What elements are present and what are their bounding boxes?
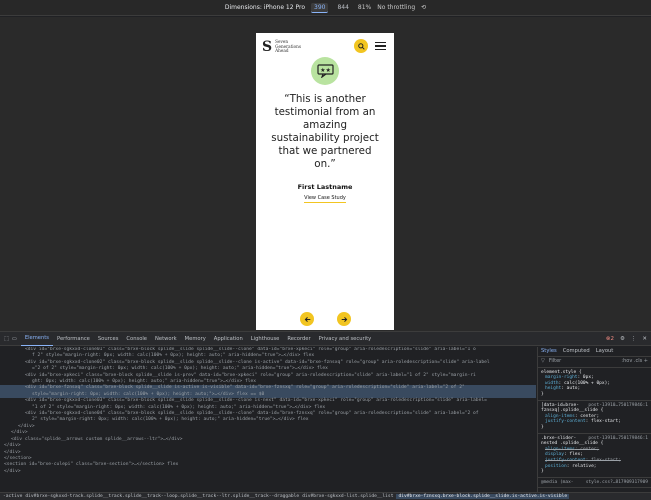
styles-tab-styles[interactable]: Styles (541, 348, 557, 355)
view-case-study-link[interactable]: View Case Study (304, 195, 346, 203)
breadcrumb-item[interactable]: div#brxe-sgkxxd-track.splide__track.spli… (25, 494, 299, 499)
styles-pane: Styles Computed Layout ▽ Filter :hov .cls … (537, 347, 651, 493)
devtools-tab-lighthouse[interactable]: Lighthouse (247, 332, 284, 346)
device-toggle-icon[interactable]: ▭ (12, 336, 17, 342)
testimonial-quote: “This is another testimonial from an ama… (271, 93, 379, 170)
testimonial-icon-badge: ★★ (311, 57, 339, 85)
logo-line: Ahead (275, 48, 289, 54)
style-rule[interactable]: element.style {margin-right: 0px; width: … (538, 368, 651, 401)
device-viewport: S Seven Generations Ahead ★★ “This is an… (0, 17, 651, 331)
error-count-badge[interactable]: ⊗2 (606, 336, 614, 342)
devtools-tab-list: Elements Performance Sources Console Network… (20, 332, 376, 346)
logo-text: Seven Generations Ahead (275, 39, 301, 54)
devtools-tab-network[interactable]: Network (151, 332, 181, 346)
slider-next-button[interactable] (337, 312, 351, 326)
arrow-right-icon (341, 316, 347, 322)
styles-filter-row: ▽ Filter :hov .cls + (538, 357, 651, 368)
review-stars-icon: ★★ (316, 64, 334, 78)
style-rules: element.style {margin-right: 0px; width: … (538, 368, 651, 478)
devtools-tab-console[interactable]: Console (122, 332, 151, 346)
more-options-icon[interactable]: ⋮ (631, 336, 637, 342)
slider-prev-button[interactable] (300, 312, 314, 326)
devtools-tab-privacy-and-security[interactable]: Privacy and security (315, 332, 376, 346)
menu-icon[interactable] (375, 42, 386, 50)
devtools-tab-elements[interactable]: Elements (20, 332, 53, 346)
filter-icon: ▽ (541, 358, 545, 364)
height-input[interactable]: 844 (334, 3, 351, 12)
dom-node-line[interactable]: <div id="brxe-sgkxxd-clone03" class="brx… (0, 398, 536, 404)
media-rule: @media (max-style.css?…817909317909 (538, 478, 651, 489)
styles-tabbar: Styles Computed Layout (538, 347, 651, 357)
devtools-controls: ⊗2 ⚙ ⋮ ✕ (606, 332, 647, 346)
device-dimensions-select[interactable]: Dimensions: iPhone 12 Pro (225, 4, 305, 11)
devtools-tabbar: ⬚ ▭ Elements Performance Sources Console Net… (0, 332, 651, 346)
svg-text:★★: ★★ (320, 67, 331, 74)
style-rule[interactable]: post-13910…750179846:1 .brxe-slider-neste… (538, 434, 651, 478)
rule-selector: post-13910…750179846:1 [data-id=brxe-fzns… (541, 402, 648, 414)
media-source[interactable]: style.css?…817909317909 (586, 480, 648, 486)
devtools-tab-memory[interactable]: Memory (181, 332, 210, 346)
filter-input[interactable]: Filter (549, 358, 561, 365)
elements-tree[interactable]: <div id="brxe-sgkxxd-clone01" class="brx… (0, 347, 536, 493)
testimonial-author: First Lastname (297, 183, 353, 191)
filter-extras[interactable]: :hov .cls + (621, 358, 648, 365)
search-icon (357, 42, 365, 50)
device-toolbar: Dimensions: iPhone 12 Pro 390 844 81% No… (0, 0, 651, 16)
breadcrumb-item[interactable]: div#brxe-sgkxxd-list.splide__list (302, 494, 393, 499)
emulated-page: S Seven Generations Ahead ★★ “This is an… (256, 33, 394, 330)
inspect-element-icon[interactable]: ⬚ (4, 336, 9, 342)
zoom-select[interactable]: 81% (358, 4, 371, 11)
breadcrumb-item[interactable]: -active (3, 494, 22, 499)
devtools-tab-application[interactable]: Application (210, 332, 247, 346)
dom-node-line[interactable]: <div id="brxe-fznsxq" class="brxe-block … (0, 385, 536, 392)
dom-breadcrumbs: -active div#brxe-sgkxxd-track.splide__tra… (0, 492, 651, 500)
width-input[interactable]: 390 (311, 2, 329, 13)
error-count: 2 (610, 336, 614, 342)
devtools-panel: ⬚ ▭ Elements Performance Sources Console Net… (0, 331, 651, 500)
logo-mark: S (262, 39, 273, 55)
breadcrumb-item[interactable]: div#brxe-fznsxq.brxe-block.splide__slide… (396, 494, 570, 499)
close-icon[interactable]: ✕ (642, 336, 647, 342)
search-button[interactable] (354, 39, 368, 53)
arrow-left-icon (304, 316, 310, 322)
devtools-tab-sources[interactable]: Sources (94, 332, 123, 346)
dom-node-line[interactable]: </div> (0, 469, 536, 475)
site-logo[interactable]: S Seven Generations Ahead (262, 39, 301, 55)
rule-selector: post-13910…750179846:1 .brxe-slider-neste… (541, 435, 648, 447)
settings-icon[interactable]: ⚙ (620, 336, 625, 342)
devtools-tab-recorder[interactable]: Recorder (283, 332, 314, 346)
devtools-tab-performance[interactable]: Performance (53, 332, 94, 346)
styles-tab-computed[interactable]: Computed (563, 348, 590, 355)
style-rule[interactable]: post-13910…750179846:1 [data-id=brxe-fzns… (538, 401, 651, 434)
styles-tab-layout[interactable]: Layout (596, 348, 614, 355)
throttle-select[interactable]: No throttling (377, 4, 415, 11)
rotate-icon[interactable]: ⟲ (421, 4, 426, 11)
